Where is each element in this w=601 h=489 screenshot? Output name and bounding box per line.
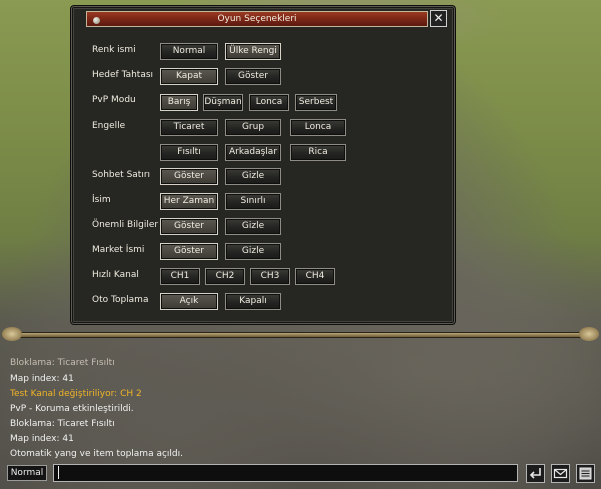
name-always-button[interactable]: Her Zaman [160,193,218,210]
channel-1-button[interactable]: CH1 [160,268,200,285]
block-group-button[interactable]: Grup [225,119,281,136]
chat-input[interactable] [53,464,518,482]
send-icon [529,468,541,479]
important-info-label: Önemli Bilgiler [92,220,159,230]
divider-bar [14,332,587,338]
text-caret [58,466,59,479]
divider-cap-right-icon [579,327,599,341]
block-trade-button[interactable]: Ticaret [160,119,218,136]
block-whisper-button[interactable]: Fısıltı [160,144,218,161]
name-color-label: Renk ismi [92,45,136,55]
chat-log-icon [579,467,592,480]
pvp-free-button[interactable]: Serbest [295,94,337,111]
chat-message: Bloklama: Ticaret Fısıltı [10,358,115,368]
divider-cap-left-icon [2,327,22,341]
auto-loot-on-button[interactable]: Açık [160,293,218,310]
close-button[interactable]: ✕ [430,10,447,27]
name-display-label: İsim [92,195,111,205]
pvp-enemy-button[interactable]: Düşman [203,94,243,111]
target-board-close-button[interactable]: Kapat [160,68,218,85]
game-options-window: Oyun Seçenekleri ✕ Renk ismi Normal Ülke… [71,6,455,324]
block-guild-button[interactable]: Lonca [290,119,346,136]
pvp-peace-button[interactable]: Barış [160,94,198,111]
mail-icon [553,468,568,479]
chat-message: Map index: 41 [10,374,74,384]
pvp-mode-label: PvP Modu [92,95,136,105]
channel-2-button[interactable]: CH2 [205,268,245,285]
target-board-show-button[interactable]: Göster [225,68,281,85]
block-request-button[interactable]: Rica [290,144,346,161]
important-info-hide-button[interactable]: Gizle [225,218,281,235]
chat-divider[interactable] [0,325,601,343]
market-name-hide-button[interactable]: Gizle [225,243,281,260]
chat-line-show-button[interactable]: Göster [160,168,218,185]
chat-line-label: Sohbet Satırı [92,170,151,180]
name-limited-button[interactable]: Sınırlı [225,193,281,210]
block-label: Engelle [92,121,126,131]
auto-loot-label: Oto Toplama [92,295,149,305]
mail-button[interactable] [551,464,570,483]
name-color-normal-button[interactable]: Normal [160,43,218,60]
market-name-label: Market İsmi [92,245,145,255]
channel-3-button[interactable]: CH3 [250,268,290,285]
chat-message: PvP - Koruma etkinleştirildi. [10,404,134,414]
channel-4-button[interactable]: CH4 [295,268,335,285]
quick-channel-label: Hızlı Kanal [92,270,139,280]
chat-message: Bloklama: Ticaret Fısıltı [10,419,115,429]
chat-line-hide-button[interactable]: Gizle [225,168,281,185]
window-title: Oyun Seçenekleri [217,14,297,24]
important-info-show-button[interactable]: Göster [160,218,218,235]
name-color-country-button[interactable]: Ülke Rengi [225,43,281,60]
pvp-guild-button[interactable]: Lonca [249,94,289,111]
target-board-label: Hedef Tahtası [92,70,154,80]
send-button[interactable] [526,464,545,483]
chat-log-button[interactable] [576,464,595,483]
market-name-show-button[interactable]: Göster [160,243,218,260]
chat-mode-button[interactable]: Normal [7,465,47,481]
auto-loot-off-button[interactable]: Kapalı [225,293,281,310]
window-titlebar[interactable]: Oyun Seçenekleri [86,11,428,27]
chat-message: Test Kanal değiştiriliyor: CH 2 [10,389,142,399]
chat-message: Map index: 41 [10,434,74,444]
chat-message: Otomatik yang ve item toplama açıldı. [10,449,183,459]
block-friends-button[interactable]: Arkadaşlar [225,144,281,161]
